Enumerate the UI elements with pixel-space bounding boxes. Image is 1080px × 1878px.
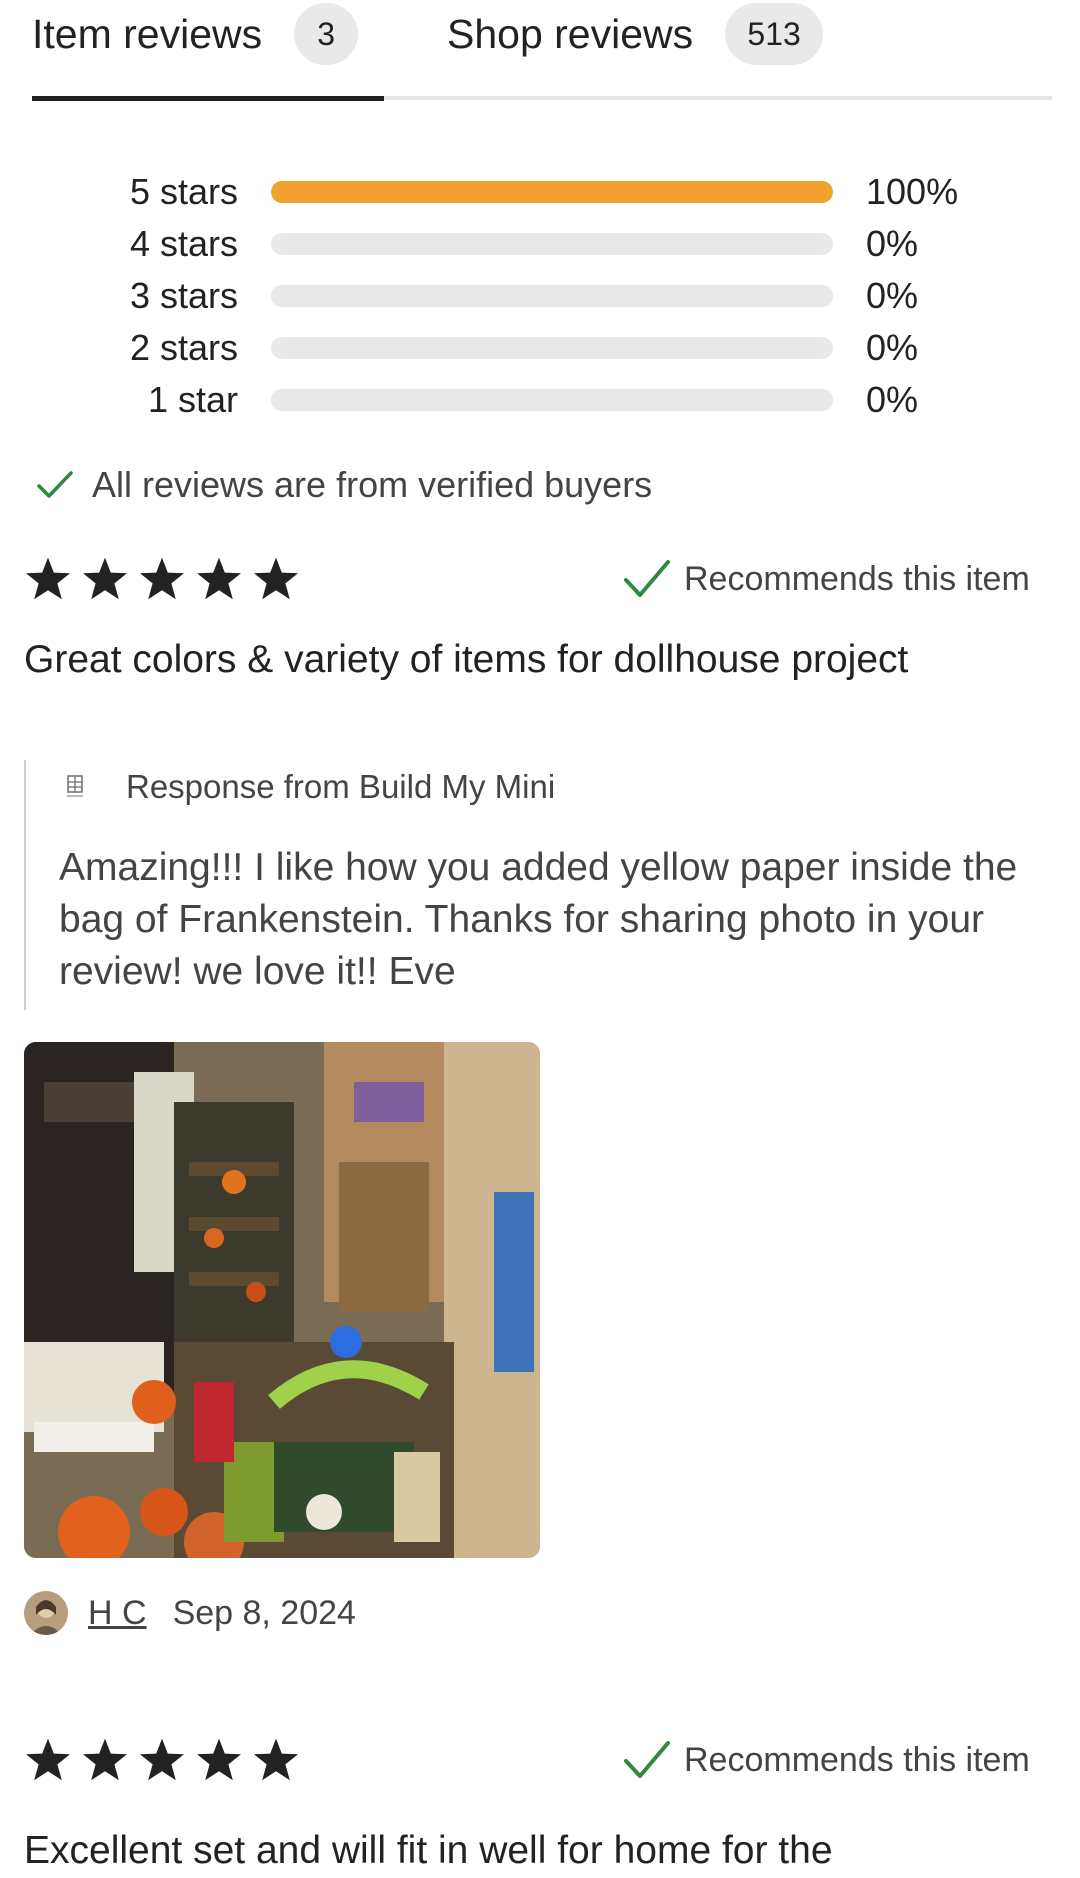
histogram-percent: 0% <box>866 275 919 316</box>
review-photo[interactable] <box>24 1042 540 1558</box>
tab-shop-reviews-count: 513 <box>725 3 824 65</box>
tab-shop-reviews-label: Shop reviews <box>447 10 694 57</box>
checkmark-icon <box>624 560 670 597</box>
histogram-row[interactable]: 1 star 0% <box>0 374 1080 426</box>
recommends-badge: Recommends this item <box>622 1739 1030 1781</box>
histogram-row[interactable]: 4 stars 0% <box>0 218 1080 270</box>
review-photo-image <box>24 1042 540 1558</box>
histogram-track <box>271 389 833 411</box>
tab-shop-reviews[interactable]: Shop reviews 513 <box>447 0 824 68</box>
star-icon <box>83 557 127 600</box>
star-icon <box>26 557 70 600</box>
histogram-percent: 0% <box>866 327 919 368</box>
histogram-percent: 0% <box>866 379 919 420</box>
star-icon <box>254 557 298 600</box>
histogram-percent: 0% <box>866 223 919 264</box>
recommends-text: Recommends this item <box>684 559 1030 598</box>
review-date: Sep 8, 2024 <box>172 1593 356 1632</box>
histogram-label: 4 stars <box>129 223 238 264</box>
shop-logo-icon <box>67 775 83 797</box>
checkmark-icon <box>37 471 73 498</box>
histogram-row[interactable]: 5 stars 100% <box>0 166 1080 218</box>
star-icon <box>254 1738 298 1781</box>
star-rating <box>24 1737 309 1783</box>
review-author-row: H C Sep 8, 2024 <box>24 1588 356 1638</box>
verified-buyers-note: All reviews are from verified buyers <box>36 460 652 510</box>
histogram-track <box>271 233 833 255</box>
histogram-label: 1 star <box>147 379 238 420</box>
star-icon <box>197 557 241 600</box>
avatar <box>24 1591 68 1635</box>
histogram-fill <box>271 181 833 203</box>
checkmark-icon <box>624 1741 670 1778</box>
tab-item-reviews-count: 3 <box>294 3 359 65</box>
response-text: Amazing!!! I like how you added yellow p… <box>59 846 1018 993</box>
tab-active-indicator <box>32 96 384 101</box>
histogram-percent: 100% <box>866 171 959 212</box>
histogram-track <box>271 181 833 203</box>
response-header: Response from Build My Mini <box>64 768 555 806</box>
histogram-label: 5 stars <box>129 171 238 212</box>
histogram-label: 2 stars <box>129 327 238 368</box>
histogram-row[interactable]: 2 stars 0% <box>0 322 1080 374</box>
histogram-row[interactable]: 3 stars 0% <box>0 270 1080 322</box>
response-header-text: Response from Build My Mini <box>126 768 556 805</box>
shop-response: Response from Build My Mini Amazing!!! I… <box>24 760 1046 1010</box>
verified-buyers-text: All reviews are from verified buyers <box>92 464 653 505</box>
histogram-label: 3 stars <box>129 275 238 316</box>
avatar-image <box>24 1591 68 1635</box>
histogram-track <box>271 337 833 359</box>
recommends-text: Recommends this item <box>684 1740 1030 1779</box>
star-icon <box>83 1738 127 1781</box>
star-icon <box>197 1738 241 1781</box>
review-tabs: Item reviews 3 Shop reviews 513 <box>0 0 1080 104</box>
tab-item-reviews-label: Item reviews <box>32 10 263 57</box>
review-author-link[interactable]: H C <box>88 1594 147 1633</box>
review-title: Great colors & variety of items for doll… <box>24 638 909 681</box>
recommends-badge: Recommends this item <box>622 558 1030 600</box>
histogram-track <box>271 285 833 307</box>
star-icon <box>140 557 184 600</box>
tab-item-reviews[interactable]: Item reviews 3 <box>32 0 359 68</box>
star-icon <box>26 1738 70 1781</box>
star-rating <box>24 556 309 602</box>
star-icon <box>140 1738 184 1781</box>
review-title: Excellent set and will fit in well for h… <box>24 1829 833 1872</box>
